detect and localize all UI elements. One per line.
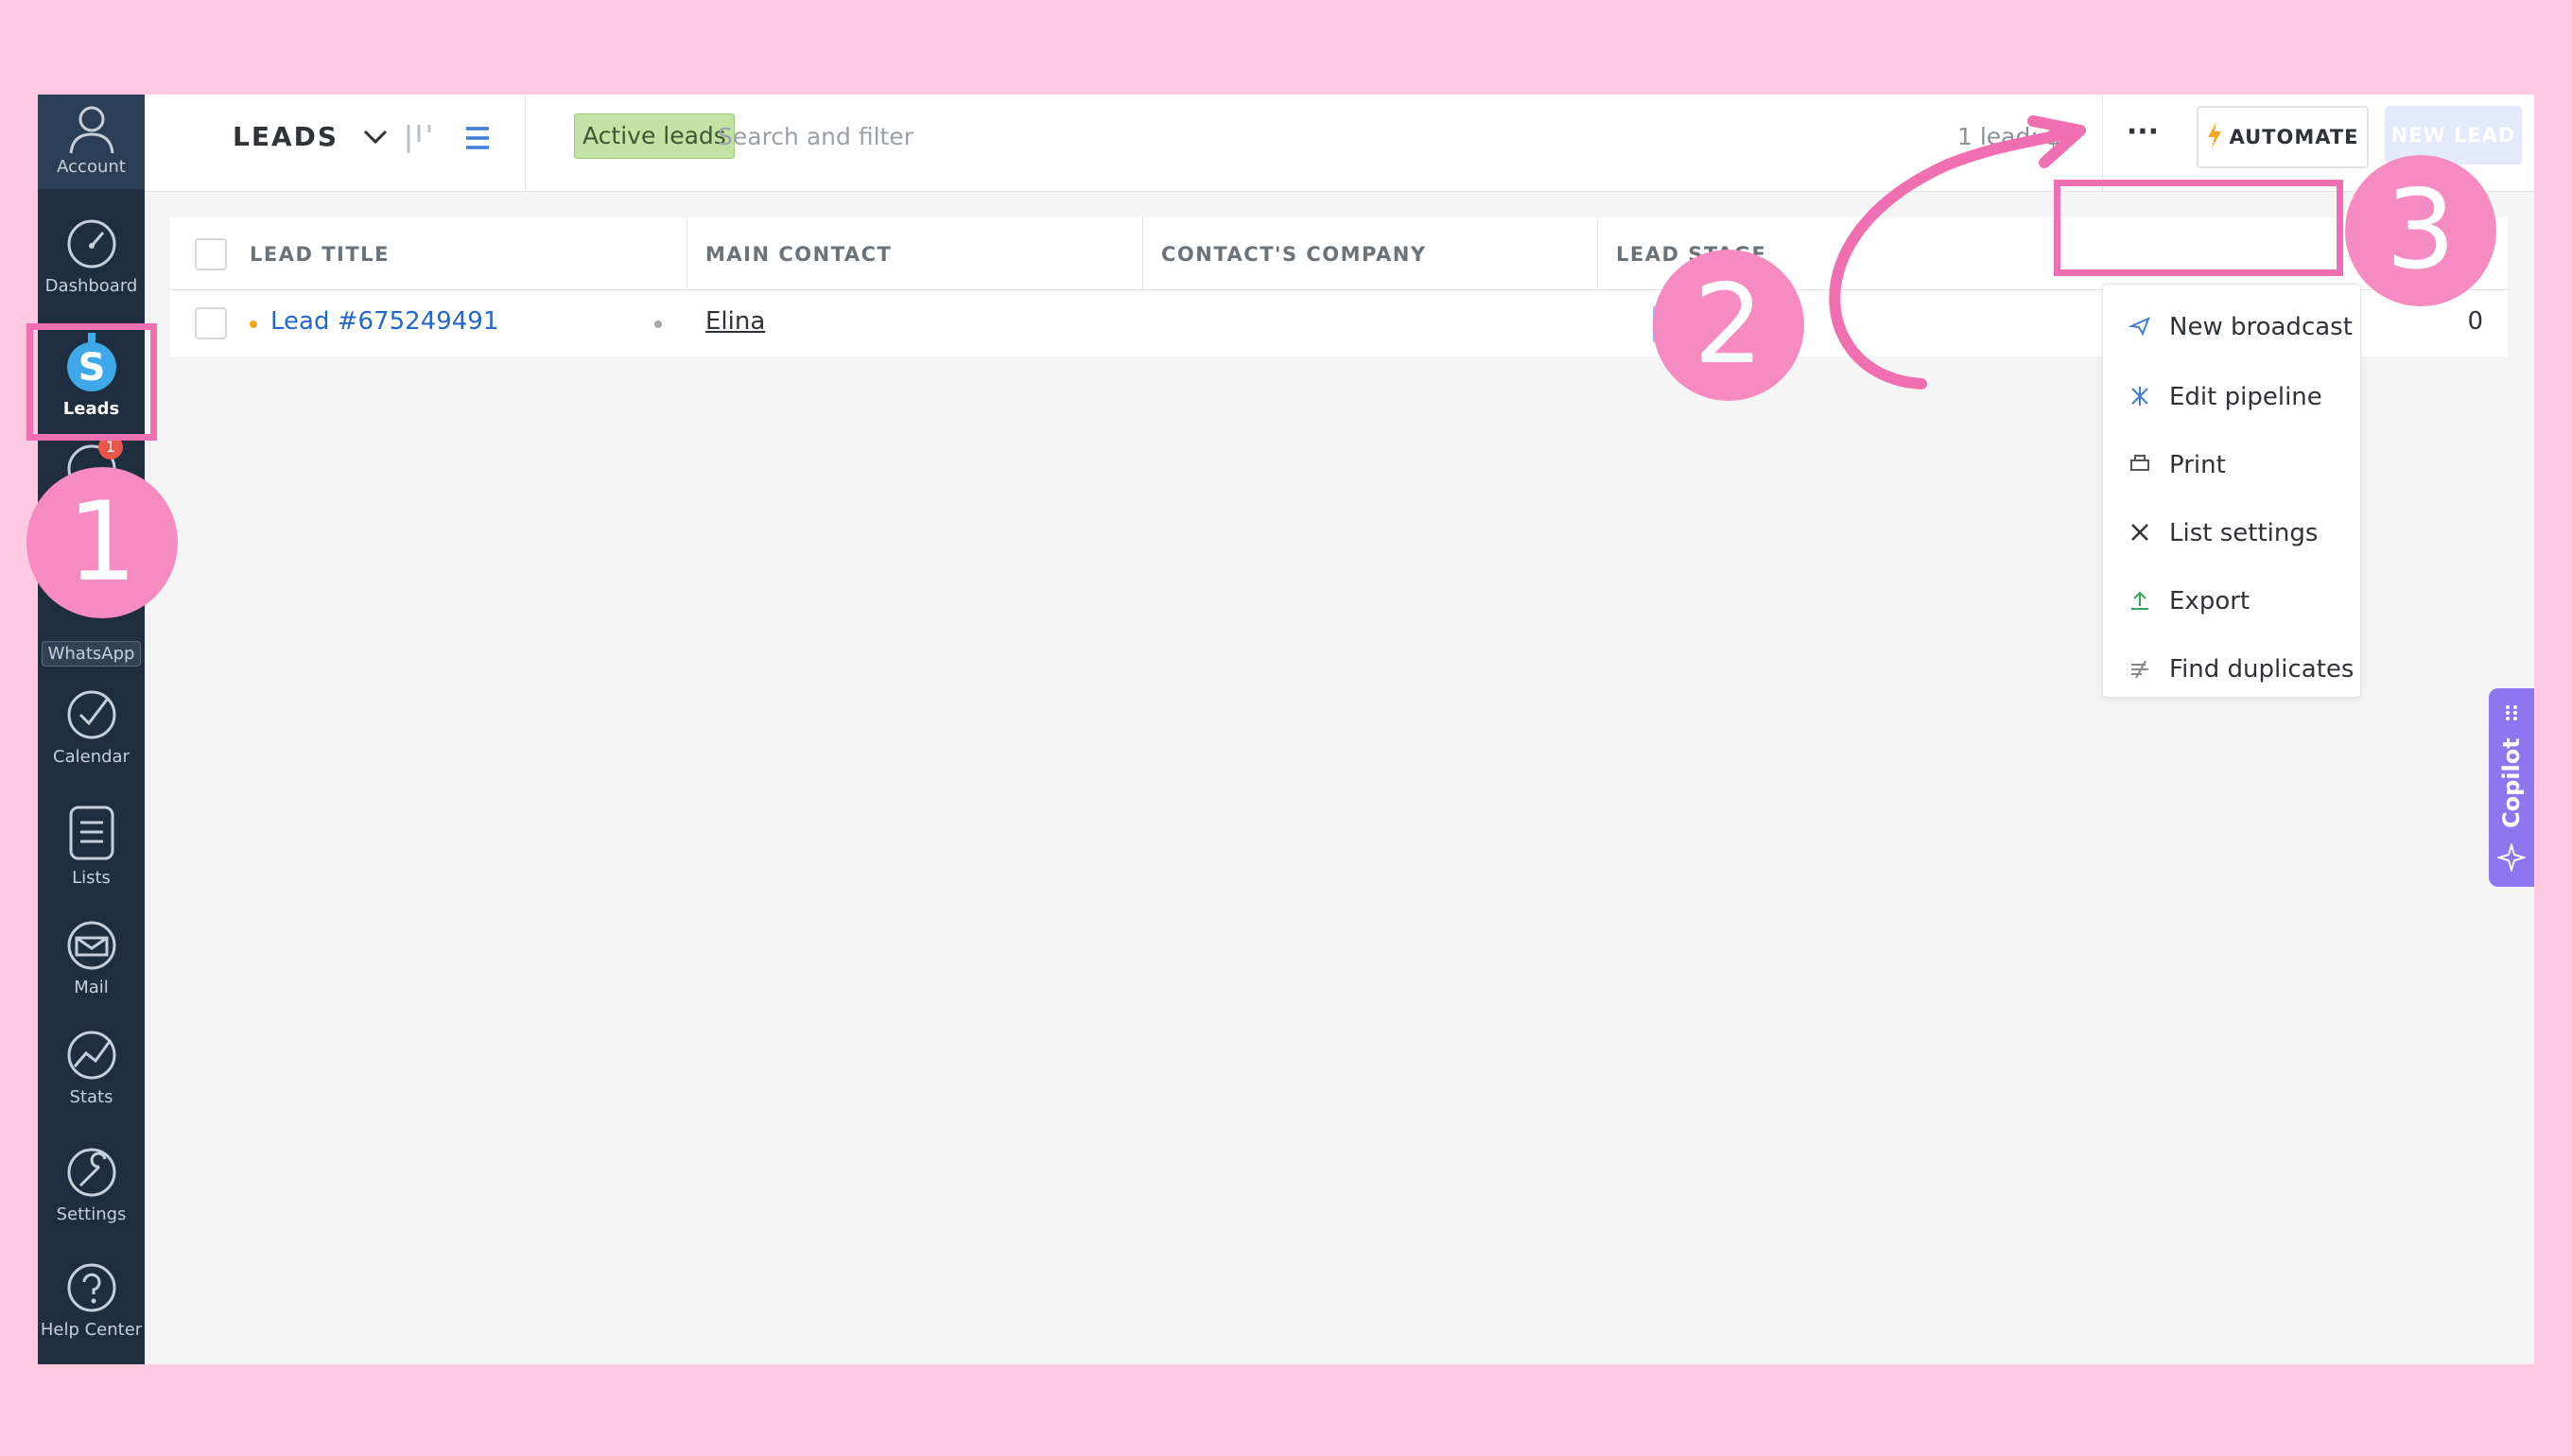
search-input[interactable]: Search and filter xyxy=(718,123,913,150)
drag-handle-icon xyxy=(2506,705,2517,720)
sidebar-item-lists[interactable]: Lists xyxy=(38,804,145,888)
active-leads-filter-tag[interactable]: Active leads xyxy=(574,113,735,159)
menu-item-new-broadcast[interactable]: New broadcast xyxy=(2103,298,2360,355)
chevron-down-icon xyxy=(363,130,387,145)
status-dot xyxy=(250,321,257,328)
step-badge-1: 1 xyxy=(26,467,178,618)
sidebar-item-help[interactable]: Help Center xyxy=(38,1261,145,1340)
sidebar-item-label: Stats xyxy=(69,1087,113,1107)
sidebar-item-label: Help Center xyxy=(40,1320,143,1340)
lead-value: 0 xyxy=(2467,307,2483,336)
contact-link[interactable]: Elina xyxy=(705,307,765,336)
arrow-annotation xyxy=(1829,115,2086,390)
crm-app: Account Dashboard S Leads 1 WhatsApp Cal… xyxy=(38,95,2534,1364)
sidebar: Account Dashboard S Leads 1 WhatsApp Cal… xyxy=(38,95,145,1364)
lead-title-link[interactable]: Lead #675249491 xyxy=(270,307,498,336)
export-icon xyxy=(2131,591,2148,610)
calendar-icon xyxy=(67,690,115,739)
sidebar-item-stats[interactable]: Stats xyxy=(38,1029,145,1107)
account-icon xyxy=(69,106,113,154)
print-icon xyxy=(2130,455,2149,471)
copilot-label: Copilot xyxy=(2498,737,2525,828)
sidebar-item-label: Calendar xyxy=(53,747,130,767)
sidebar-item-label: Account xyxy=(57,157,126,177)
menu-item-edit-pipeline[interactable]: Edit pipeline xyxy=(2103,368,2360,425)
lightning-icon xyxy=(2208,122,2222,148)
automate-button[interactable]: AUTOMATE xyxy=(2197,106,2369,168)
divider xyxy=(525,95,526,191)
menu-item-list-settings[interactable]: List settings xyxy=(2103,504,2360,561)
sidebar-item-label: Lists xyxy=(72,868,111,888)
select-all-checkbox[interactable] xyxy=(195,238,227,270)
pipeline-view-icon[interactable] xyxy=(405,123,433,155)
column-header[interactable]: LEAD TITLE xyxy=(250,243,390,266)
pipeline-selector[interactable]: LEADS xyxy=(233,121,388,152)
divider xyxy=(686,217,687,289)
duplicates-icon xyxy=(2131,660,2148,679)
menu-item-export[interactable]: Export xyxy=(2103,572,2360,629)
broadcast-icon xyxy=(2129,317,2150,337)
step-badge-3: 3 xyxy=(2345,155,2496,306)
settings-icon xyxy=(67,1148,115,1197)
list-settings-icon xyxy=(2131,524,2148,541)
help-icon xyxy=(67,1263,115,1312)
row-checkbox[interactable] xyxy=(195,307,227,339)
divider xyxy=(1142,217,1143,289)
column-header[interactable]: MAIN CONTACT xyxy=(705,243,892,266)
more-options-menu: New broadcast Edit pipeline Print List s… xyxy=(2102,284,2361,698)
menu-item-print[interactable]: Print xyxy=(2103,436,2360,493)
step-badge-2: 2 xyxy=(1653,250,1804,401)
topbar: LEADS Active leads Search and filter 1 l… xyxy=(145,95,2534,192)
sidebar-item-dashboard[interactable]: Dashboard xyxy=(38,217,145,296)
sidebar-item-label: Dashboard xyxy=(44,276,138,296)
mail-icon xyxy=(67,921,115,970)
sidebar-item-label: Mail xyxy=(74,978,109,997)
lists-icon xyxy=(69,806,113,860)
sidebar-item-account[interactable]: Account xyxy=(38,95,145,189)
sidebar-item-mail[interactable]: Mail xyxy=(38,919,145,997)
sparkle-icon xyxy=(2497,843,2526,872)
dashboard-icon xyxy=(67,219,115,269)
page-title: LEADS xyxy=(233,121,339,152)
menu-item-find-duplicates[interactable]: Find duplicates xyxy=(2103,640,2360,697)
pipeline-icon xyxy=(2131,387,2148,406)
status-dot xyxy=(654,321,662,328)
sidebar-item-calendar[interactable]: Calendar xyxy=(38,688,145,767)
highlight-leads xyxy=(26,323,157,441)
copilot-tab[interactable]: Copilot xyxy=(2489,688,2534,887)
column-header[interactable]: CONTACT'S COMPANY xyxy=(1161,243,1427,266)
list-view-icon[interactable] xyxy=(464,125,491,151)
search-bar[interactable]: Active leads Search and filter xyxy=(563,95,1508,191)
sidebar-item-settings[interactable]: Settings xyxy=(38,1146,145,1224)
sidebar-item-label: WhatsApp xyxy=(41,641,142,667)
stats-icon xyxy=(67,1031,115,1080)
divider xyxy=(1597,217,1598,289)
sidebar-item-label: Settings xyxy=(56,1205,127,1224)
